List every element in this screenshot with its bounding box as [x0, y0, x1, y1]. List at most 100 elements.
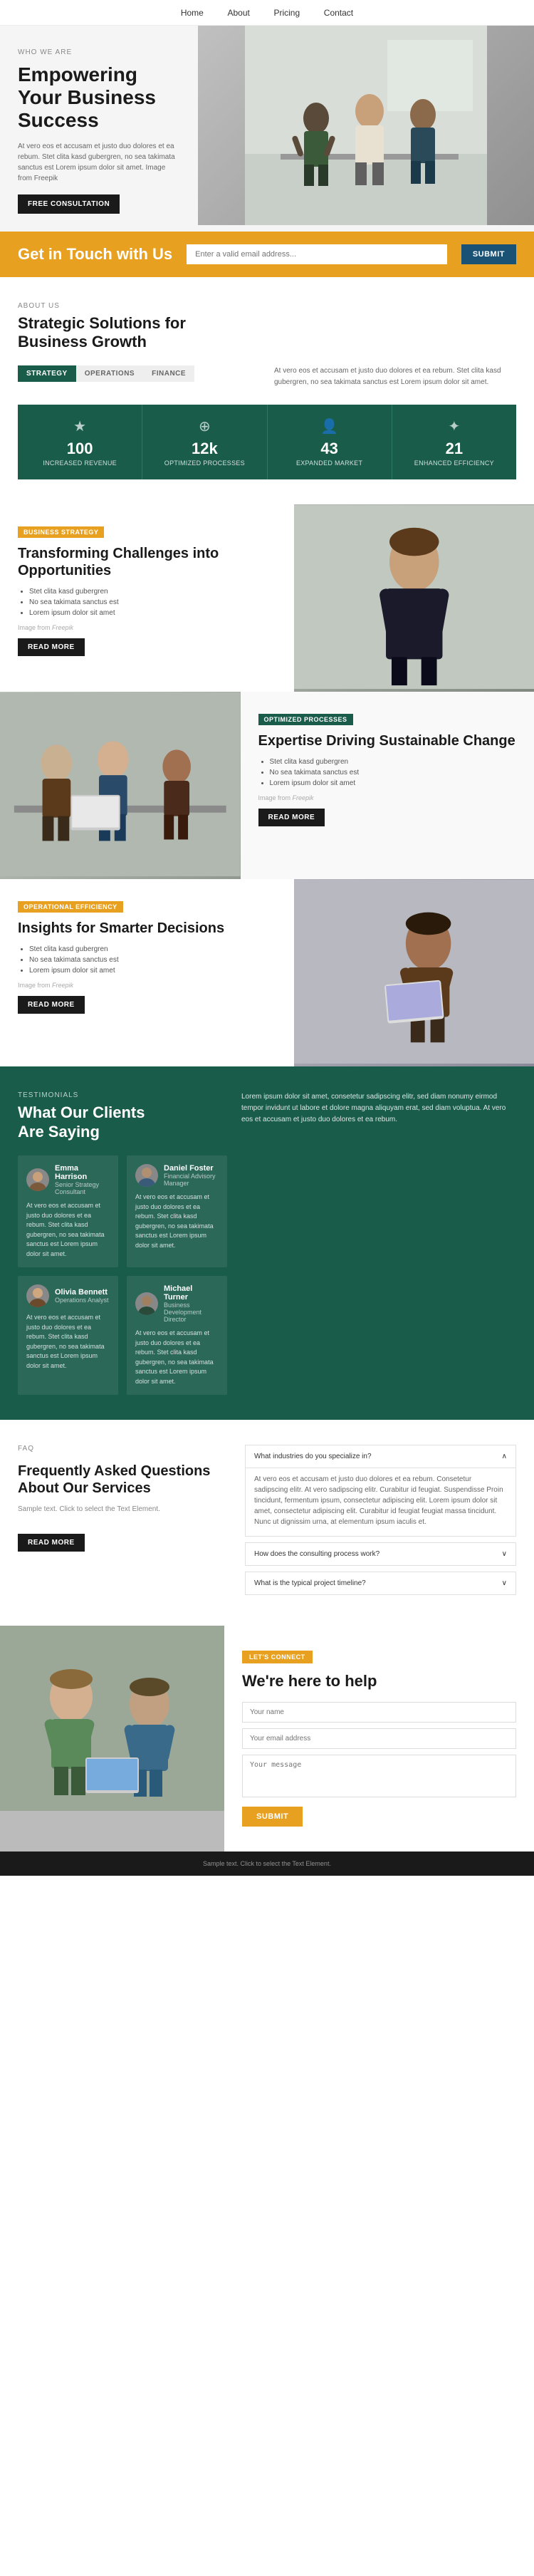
faq-right: What industries do you specialize in? ∧ …	[245, 1445, 516, 1601]
faq-item-2: How does the consulting process work? ∨	[245, 1542, 516, 1566]
faq-title: Frequently Asked Questions About Our Ser…	[18, 1463, 227, 1497]
hero-image	[198, 26, 534, 225]
about-left: STRATEGY OPERATIONS FINANCE	[18, 365, 260, 390]
contact-name-input[interactable]	[242, 1702, 516, 1723]
faq-read-more-button[interactable]: READ MORE	[18, 1534, 85, 1552]
testimonial-name: Daniel Foster	[164, 1164, 219, 1173]
testimonials-section: TESTIMONIALS What Our Clients Are Saying…	[0, 1066, 534, 1420]
testimonial-card-daniel: Daniel Foster Financial Advisory Manager…	[127, 1155, 227, 1267]
processes-badge: OPTIMIZED PROCESSES	[258, 714, 353, 725]
contact-title: We're here to help	[242, 1672, 516, 1690]
read-more-button[interactable]: READ MORE	[258, 809, 325, 826]
stat-revenue: ★ 100 Increased Revenue	[18, 405, 142, 479]
about-label: ABOUT US	[18, 302, 516, 310]
avatar-olivia	[26, 1284, 49, 1307]
list-item: Stet clita kasd gubergren	[29, 588, 276, 596]
list-item: Lorem ipsum dolor sit amet	[270, 779, 517, 787]
testimonial-role: Financial Advisory Manager	[164, 1173, 219, 1187]
testimonial-card-emma: Emma Harrison Senior Strategy Consultant…	[18, 1155, 118, 1267]
tab-operations[interactable]: OPERATIONS	[76, 365, 143, 382]
list-item: Lorem ipsum dolor sit amet	[29, 609, 276, 617]
stat-efficiency: ✦ 21 Enhanced Efficiency	[392, 405, 516, 479]
faq-subtitle: Sample text. Click to select the Text El…	[18, 1505, 227, 1513]
stat-market: 👤 43 Expanded Market	[268, 405, 392, 479]
testimonial-person: Olivia Bennett Operations Analyst	[26, 1284, 110, 1307]
faq-item-1: What industries do you specialize in? ∧ …	[245, 1445, 516, 1537]
nav-contact[interactable]: Contact	[324, 8, 353, 18]
testimonials-label: TESTIMONIALS	[18, 1091, 227, 1099]
about-body: At vero eos et accusam et justo duo dolo…	[274, 365, 516, 388]
tab-strategy[interactable]: STRATEGY	[18, 365, 76, 382]
avatar-daniel	[135, 1164, 158, 1187]
stats-grid: ★ 100 Increased Revenue ⊕ 12k Optimized …	[18, 405, 516, 479]
hero-section: WHO WE ARE Empowering Your Business Succ…	[0, 26, 534, 232]
contact-message-input[interactable]	[242, 1755, 516, 1797]
testimonials-right: Lorem ipsum dolor sit amet, consetetur s…	[241, 1091, 516, 1395]
faq-question-3[interactable]: What is the typical project timeline? ∨	[246, 1572, 515, 1594]
about-tabs: STRATEGY OPERATIONS FINANCE	[18, 365, 260, 382]
list-item: Lorem ipsum dolor sit amet	[29, 967, 276, 975]
tab-finance[interactable]: FINANCE	[143, 365, 194, 382]
stat-processes-number: 12k	[150, 440, 259, 458]
testimonial-text: At vero eos et accusam et justo duo dolo…	[26, 1201, 110, 1259]
nav-home[interactable]: Home	[181, 8, 204, 18]
testimonials-left: TESTIMONIALS What Our Clients Are Saying…	[18, 1091, 227, 1395]
feature-credit: Image from Freepik	[18, 982, 276, 989]
faq-question-2[interactable]: How does the consulting process work? ∨	[246, 1543, 515, 1565]
testimonial-person: Emma Harrison Senior Strategy Consultant	[26, 1164, 110, 1195]
feature-processes-image	[0, 692, 241, 879]
avatar-emma	[26, 1168, 49, 1191]
testimonial-card-olivia: Olivia Bennett Operations Analyst At ver…	[18, 1276, 118, 1395]
stat-efficiency-number: 21	[399, 440, 509, 458]
contact-content: LET'S CONNECT We're here to help SUBMIT	[224, 1626, 534, 1852]
testimonial-cards: Emma Harrison Senior Strategy Consultant…	[18, 1155, 227, 1395]
testimonial-person: Michael Turner Business Development Dire…	[135, 1284, 219, 1323]
contact-email-input[interactable]	[242, 1728, 516, 1749]
footer: Sample text. Click to select the Text El…	[0, 1852, 534, 1876]
faq-question-1[interactable]: What industries do you specialize in? ∧	[246, 1445, 515, 1468]
consultation-button[interactable]: FREE CONSULTATION	[18, 194, 120, 214]
stat-processes-label: Optimized Processes	[150, 459, 259, 467]
testimonial-text: At vero eos et accusam et justo duo dolo…	[135, 1193, 219, 1250]
hero-title: Empowering Your Business Success	[18, 63, 180, 133]
testimonial-card-michael: Michael Turner Business Development Dire…	[127, 1276, 227, 1395]
strategy-badge: BUSINESS STRATEGY	[18, 526, 104, 538]
contact-image	[0, 1626, 224, 1852]
feature-processes-title: Expertise Driving Sustainable Change	[258, 732, 517, 749]
email-input[interactable]	[187, 244, 447, 264]
testimonial-name: Emma Harrison	[55, 1164, 110, 1181]
feature-credit: Image from Freepik	[258, 794, 517, 801]
stat-market-number: 43	[275, 440, 384, 458]
list-item: Stet clita kasd gubergren	[270, 758, 517, 766]
contact-section: LET'S CONNECT We're here to help SUBMIT	[0, 1626, 534, 1852]
feature-processes-content: OPTIMIZED PROCESSES Expertise Driving Su…	[241, 692, 534, 879]
list-item: No sea takimata sanctus est	[270, 769, 517, 777]
read-more-button[interactable]: READ MORE	[18, 996, 85, 1014]
list-item: No sea takimata sanctus est	[29, 598, 276, 606]
faq-question-text: How does the consulting process work?	[254, 1550, 379, 1558]
contact-submit-button[interactable]: SUBMIT	[242, 1807, 303, 1827]
connect-badge: LET'S CONNECT	[242, 1651, 313, 1663]
globe-icon: ⊕	[150, 417, 259, 435]
faq-item-3: What is the typical project timeline? ∨	[245, 1572, 516, 1595]
hero-body: At vero eos et accusam et justo duo dolo…	[18, 141, 180, 184]
navigation: Home About Pricing Contact	[0, 0, 534, 26]
feature-credit: Image from Freepik	[18, 624, 276, 631]
stat-market-label: Expanded Market	[275, 459, 384, 467]
read-more-button[interactable]: READ MORE	[18, 638, 85, 656]
faq-left: FAQ Frequently Asked Questions About Our…	[18, 1445, 227, 1601]
star-icon: ★	[25, 417, 135, 435]
email-submit-button[interactable]: SUBMIT	[461, 244, 516, 264]
stat-revenue-label: Increased Revenue	[25, 459, 135, 467]
nav-about[interactable]: About	[227, 8, 249, 18]
testimonial-name: Michael Turner	[164, 1284, 219, 1302]
testimonials-title: What Our Clients Are Saying	[18, 1103, 174, 1141]
efficiency-badge: OPERATIONAL EFFICIENCY	[18, 901, 123, 913]
email-bar-heading: Get in Touch with Us	[18, 245, 172, 264]
feature-strategy-title: Transforming Challenges into Opportuniti…	[18, 545, 276, 579]
testimonial-person: Daniel Foster Financial Advisory Manager	[135, 1164, 219, 1187]
hero-content: WHO WE ARE Empowering Your Business Succ…	[0, 26, 198, 232]
feature-strategy: BUSINESS STRATEGY Transforming Challenge…	[0, 504, 534, 692]
email-bar: Get in Touch with Us SUBMIT	[0, 232, 534, 277]
nav-pricing[interactable]: Pricing	[273, 8, 300, 18]
